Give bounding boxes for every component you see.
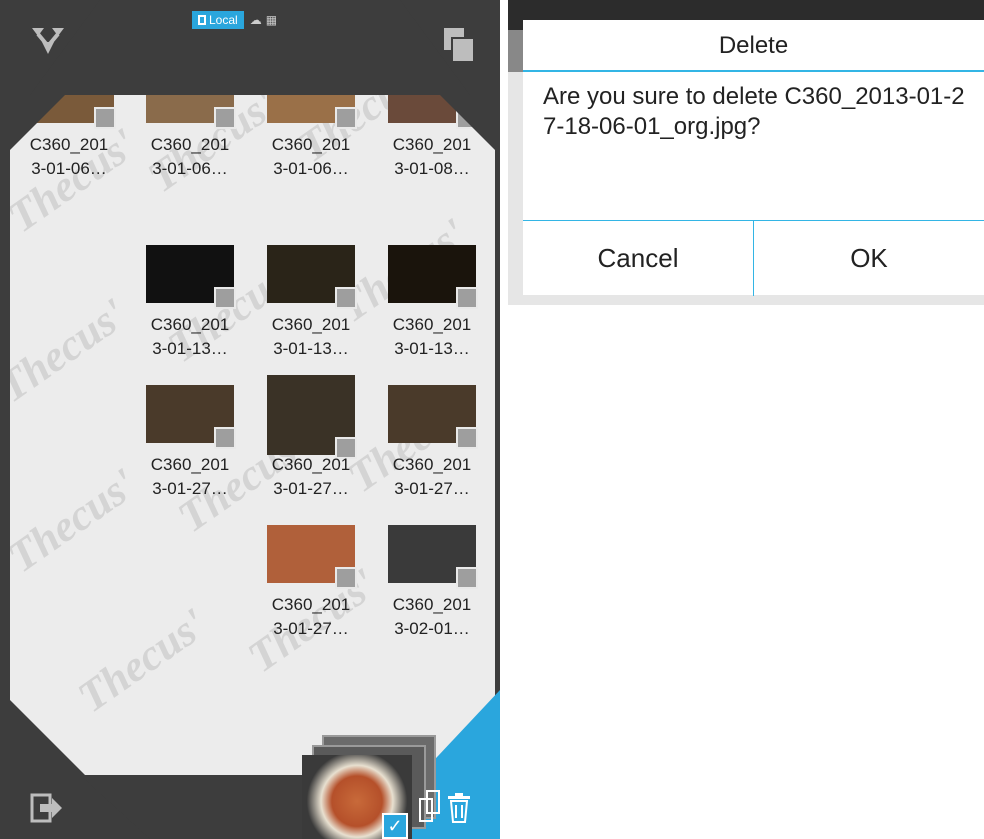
- delete-dialog: Delete Are you sure to delete C360_2013-…: [523, 20, 984, 296]
- share-icon[interactable]: [28, 22, 68, 60]
- exit-icon[interactable]: [30, 793, 64, 823]
- source-tabs: Local ☁ ▦: [192, 11, 284, 29]
- trash-icon[interactable]: [446, 793, 472, 823]
- file-browser-screen: Thecus' Thecus' Thecus' Thecus' Thecus' …: [0, 0, 500, 839]
- dialog-title: Delete: [523, 20, 984, 72]
- bottom-toolbar: ✓: [0, 735, 500, 839]
- delete-confirm-screen: Delete Are you sure to delete C360_2013-…: [508, 0, 984, 305]
- tab-cloud[interactable]: ☁ ▦: [243, 11, 284, 29]
- corner-frame: [10, 0, 500, 839]
- checked-checkbox-icon[interactable]: ✓: [382, 813, 408, 839]
- cancel-button[interactable]: Cancel: [523, 221, 754, 296]
- device-icon: [198, 15, 206, 25]
- nas-icon: ▦: [265, 13, 278, 27]
- dialog-message: Are you sure to delete C360_2013-01-27-1…: [543, 83, 965, 140]
- select-all-icon[interactable]: [444, 28, 475, 63]
- dialog-buttons: Cancel OK: [523, 220, 984, 296]
- top-toolbar: Local ☁ ▦: [0, 0, 500, 95]
- cloud-icon: ☁: [249, 13, 262, 27]
- tab-local-label: Local: [209, 13, 238, 27]
- ok-button[interactable]: OK: [754, 221, 984, 296]
- tab-local[interactable]: Local: [192, 11, 244, 29]
- copy-icon[interactable]: [418, 789, 442, 825]
